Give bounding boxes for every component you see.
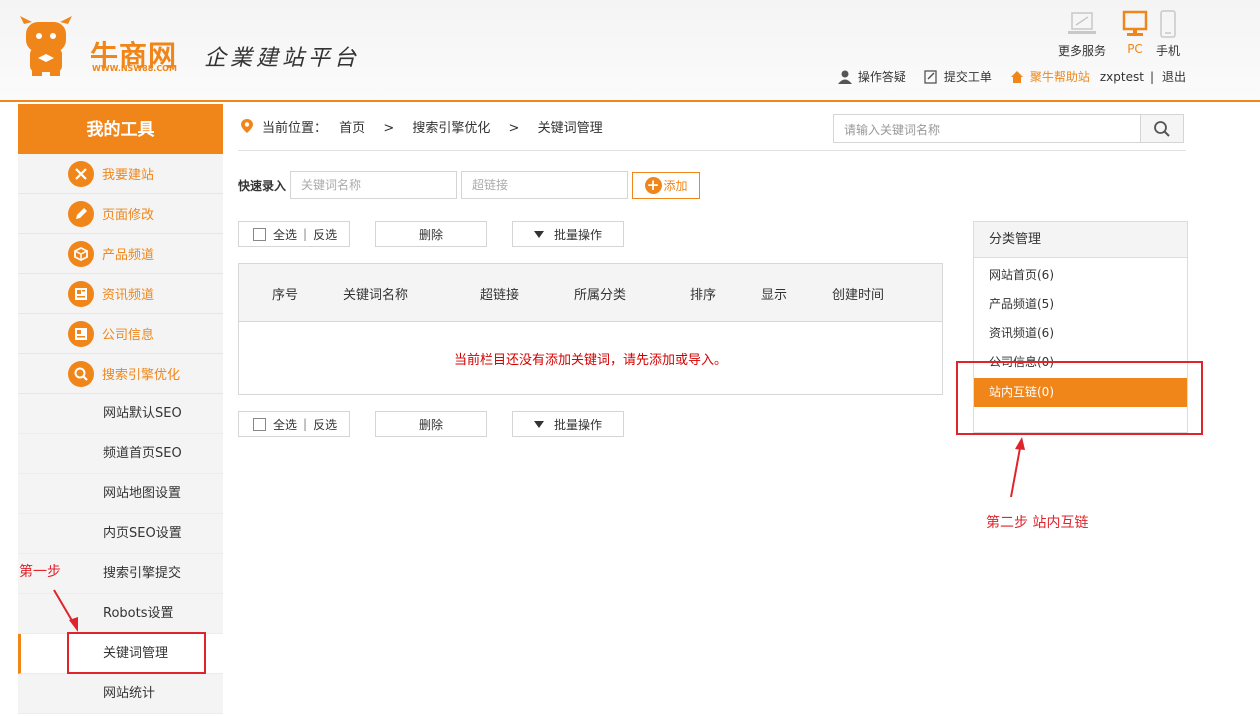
step2-arrow-icon: [1010, 437, 1025, 498]
annotation-arrows: [53, 437, 1025, 632]
step1-arrow-icon: [53, 589, 78, 632]
